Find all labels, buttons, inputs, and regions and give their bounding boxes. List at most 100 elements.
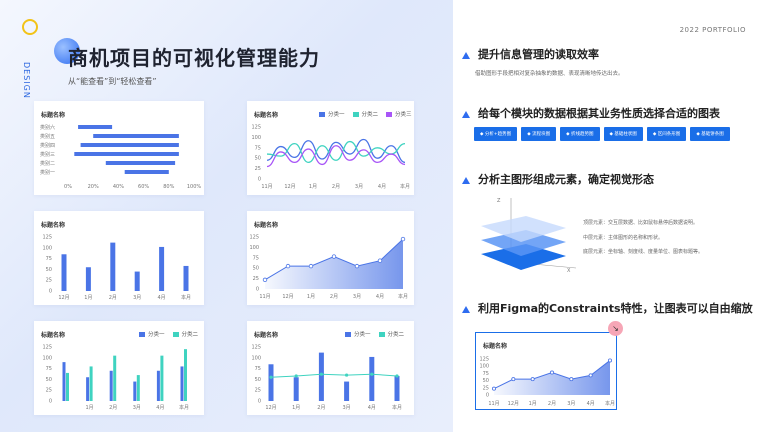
- bar: [133, 381, 137, 401]
- data-point: [400, 236, 406, 242]
- y-tick-label: 50: [253, 266, 259, 272]
- area-fill: [265, 239, 403, 289]
- x-tick-label: 本月: [181, 294, 191, 301]
- bar: [136, 375, 140, 401]
- bar: [318, 352, 324, 401]
- triangle-bullet-icon: [462, 305, 470, 313]
- category-label: 类别二: [40, 160, 55, 167]
- bar: [85, 267, 91, 291]
- x-tick-label: 2月: [109, 405, 117, 411]
- bar: [86, 377, 90, 401]
- bar: [62, 362, 66, 401]
- y-tick-label: 75: [46, 366, 52, 372]
- layer-stack-diagram: Z X: [481, 198, 577, 274]
- y-tick-label: 100: [479, 364, 489, 370]
- x-tick-label: 1月: [84, 295, 92, 301]
- y-tick-label: 0: [49, 399, 52, 405]
- chart-type-button[interactable]: ◆ 基础柱状图: [603, 127, 643, 141]
- range-bar: [74, 152, 179, 156]
- chart-type-button[interactable]: ◆ 流程块图: [521, 127, 557, 141]
- category-label: 类别五: [40, 133, 55, 140]
- y-tick-label: 125: [42, 345, 52, 351]
- y-tick-label: 100: [251, 355, 261, 361]
- bar: [369, 356, 375, 401]
- bar: [160, 355, 164, 401]
- y-tick-label: 75: [46, 256, 52, 262]
- x-tick-label: 本月: [400, 183, 410, 190]
- y-tick-label: 50: [255, 377, 261, 383]
- axis-x-label: X: [567, 268, 571, 274]
- data-point: [395, 374, 399, 378]
- x-tick-label: 4月: [368, 405, 376, 411]
- x-tick-label: 12月: [265, 405, 276, 411]
- bar: [61, 254, 67, 291]
- chart-type-buttons: ◆ 分析+趋势图 ◆ 流程块图 ◆ 折线趋势图 ◆ 基础柱状图 ◆ 区间条形图 …: [474, 127, 730, 141]
- data-point: [588, 373, 593, 378]
- section-heading-2: 给每个模块的数据根据其业务性质选择合适的图表: [462, 105, 720, 121]
- y-tick-label: 75: [483, 371, 489, 377]
- y-tick-label: 25: [46, 388, 52, 394]
- bar: [66, 372, 69, 401]
- x-tick-label: 2月: [330, 294, 338, 300]
- chart-card-range: 标题名称 类别六 类别五 类别四 类别三 类别二 类别一 0% 20% 40% 60% 80% 100…: [34, 101, 204, 195]
- x-tick-label: 本月: [398, 293, 408, 300]
- area-chart: 125 100 75 50 25 011月 12月 1月 2月 3月 4月 本月: [249, 235, 408, 301]
- chart-card-grouped-bar: 标题名称 分类一 分类二 125 100 75 50 25 0 1月 2月 3月 4月 本月: [34, 321, 204, 415]
- y-tick-label: 100: [249, 245, 259, 251]
- combo-chart: 125 100 75 50 25 0 12月 1月 2月 3月 4月 本月: [251, 345, 402, 412]
- range-bar: [93, 134, 179, 138]
- y-tick-label: 50: [46, 267, 52, 273]
- data-point: [370, 372, 374, 376]
- x-tick-label: 2月: [548, 401, 556, 407]
- bar: [113, 355, 117, 401]
- data-point: [377, 258, 383, 263]
- y-tick-label: 100: [42, 245, 52, 251]
- page-subtitle: 从“能查看”到“轻松查看”: [68, 77, 157, 86]
- layer-label-middle: 中层元素：主体图形的名称和形状。: [583, 235, 664, 241]
- resizable-chart-frame[interactable]: 标题名称 125 100 75 50 25 0 11月 12月 1月 2月 3月 4月 本月: [475, 332, 617, 410]
- y-tick-label: 125: [249, 235, 259, 241]
- area-fill: [494, 360, 610, 395]
- multi-line-chart: 125 100 75 50 25 011月 12月 1月 2月 3月 4月 本月: [251, 125, 410, 191]
- section-heading-4: 利用Figma的Constraints特性，让图表可以自由缩放: [462, 300, 753, 316]
- data-point: [331, 254, 337, 259]
- y-tick-label: 100: [42, 355, 52, 361]
- chart-card-area: 标题名称 125 100 75 50 25 0 11月 12月 1月 2月 3月 4月 本月: [247, 211, 414, 305]
- x-tick-label: 本月: [605, 400, 615, 407]
- x-tick-label: 11月: [488, 401, 499, 407]
- x-tick-label: 12月: [508, 401, 519, 407]
- y-tick-label: 50: [46, 377, 52, 383]
- bar: [156, 370, 160, 401]
- x-tick-label: 2月: [109, 295, 117, 301]
- y-tick-label: 75: [255, 366, 261, 372]
- y-tick-label: 75: [253, 255, 259, 261]
- x-tick-label: 1月: [292, 405, 300, 411]
- y-tick-label: 125: [479, 357, 489, 363]
- resize-arrow-icon[interactable]: ↘: [608, 321, 623, 336]
- x-tick-label: 1月: [86, 405, 94, 411]
- x-tick-label: 本月: [179, 404, 189, 411]
- chart-type-button[interactable]: ◆ 基础饼条图: [690, 127, 730, 141]
- y-tick-label: 0: [256, 287, 259, 293]
- axis-z-label: Z: [497, 198, 501, 204]
- y-tick-label: 75: [255, 145, 261, 151]
- chart-type-button[interactable]: ◆ 区间条形图: [646, 127, 687, 141]
- data-point: [262, 277, 268, 283]
- x-tick-label: 3月: [567, 401, 575, 407]
- x-tick-label: 1月: [529, 401, 537, 407]
- x-tick-label: 2月: [332, 184, 340, 190]
- data-point: [319, 372, 323, 376]
- section-heading-3: 分析主图形组成元素，确定视觉形态: [462, 171, 654, 187]
- x-tick-label: 3月: [355, 184, 363, 190]
- x-tick-label: 11月: [261, 184, 272, 190]
- bar: [293, 377, 299, 401]
- bar: [89, 366, 93, 401]
- x-tick-label: 60%: [138, 184, 149, 190]
- grouped-bar-chart: 125 100 75 50 25 0 1月 2月 3月 4月 本月: [42, 345, 189, 412]
- right-panel: 2022 PORTFOLIO 提升信息管理的读取效率 借助图形手段把相对复杂抽象…: [453, 0, 768, 432]
- chart-type-button[interactable]: ◆ 分析+趋势图: [474, 127, 518, 141]
- x-tick-label: 1月: [309, 184, 317, 190]
- bar: [183, 265, 189, 291]
- chart-type-button[interactable]: ◆ 折线趋势图: [560, 127, 600, 141]
- data-point: [285, 263, 291, 269]
